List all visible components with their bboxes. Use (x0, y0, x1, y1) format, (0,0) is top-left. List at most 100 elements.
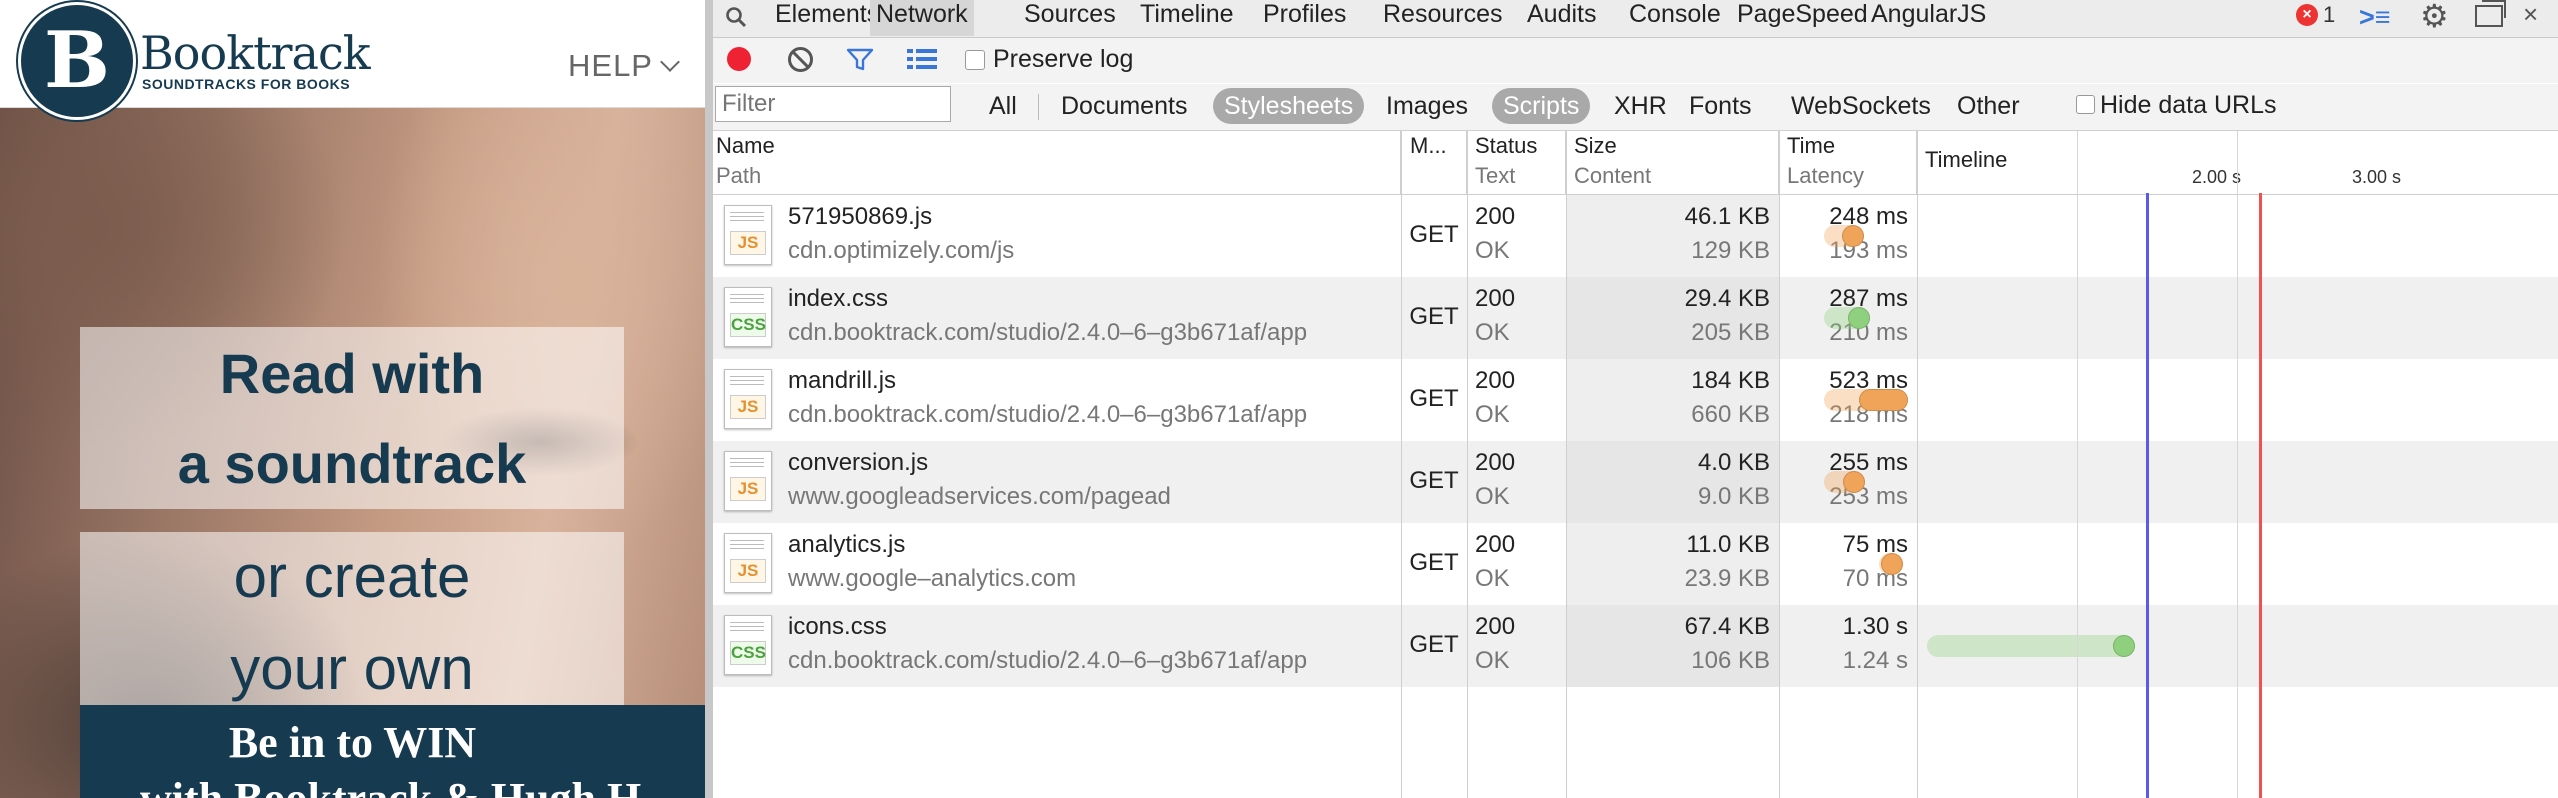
request-path: cdn.optimizely.com/js (788, 237, 1015, 264)
request-method: GET (1409, 467, 1459, 494)
tab-console[interactable]: Console (1623, 0, 1727, 36)
request-row[interactable]: CSS index.css cdn.booktrack.com/studio/2.4… (713, 277, 2558, 359)
request-name[interactable]: icons.css (788, 613, 887, 641)
js-file-icon: JS (724, 205, 772, 265)
clear-icon[interactable] (788, 47, 813, 72)
preserve-log-label[interactable]: Preserve log (993, 45, 1133, 74)
request-method: GET (1409, 549, 1459, 576)
timeline-receiving-bar[interactable] (1880, 553, 1903, 575)
timeline-tick-label: 3.00 s (2352, 167, 2402, 187)
request-row[interactable]: CSS icons.css cdn.booktrack.com/studio/2.4… (713, 605, 2558, 687)
timeline-receiving-bar[interactable] (1848, 307, 1871, 329)
large-rows-icon[interactable] (907, 48, 937, 70)
request-name-cell[interactable]: JS conversion.js www.googleadservices.com/… (713, 441, 1401, 523)
close-icon[interactable]: × (2523, 0, 2538, 29)
filter-input[interactable] (715, 86, 951, 122)
request-name[interactable]: 571950869.js (788, 203, 932, 231)
request-name[interactable]: analytics.js (788, 531, 905, 559)
tab-timeline[interactable]: Timeline (1134, 0, 1240, 36)
request-status-text: OK (1475, 401, 1510, 428)
error-count[interactable]: 1 (2323, 0, 2335, 29)
tab-sources[interactable]: Sources (1018, 0, 1122, 36)
request-row[interactable]: JS conversion.js www.googleadservices.com/… (713, 441, 2558, 523)
filter-type-stylesheets[interactable]: Stylesheets (1213, 88, 1365, 124)
pane-divider[interactable] (705, 0, 713, 798)
filter-type-scripts[interactable]: Scripts (1492, 88, 1591, 124)
request-size: 29.4 KB (1684, 285, 1770, 312)
tab-angularjs[interactable]: AngularJS (1865, 0, 1992, 36)
filter-icon[interactable] (846, 48, 874, 72)
filter-type-websockets[interactable]: WebSockets (1780, 88, 1942, 124)
console-drawer-icon[interactable]: >≡ (2359, 2, 2391, 33)
request-row[interactable]: JS 571950869.js cdn.optimizely.com/js GET 20… (713, 195, 2558, 277)
request-name-cell[interactable]: CSS icons.css cdn.booktrack.com/studio/2.4… (713, 605, 1401, 687)
tab-pagespeed[interactable]: PageSpeed (1731, 0, 1874, 36)
request-method-cell: GET (1401, 359, 1467, 441)
headline-box: Read with a soundtrack (80, 327, 624, 509)
file-type-label: JS (730, 231, 766, 255)
tab-network[interactable]: Network (870, 0, 974, 36)
brand-name[interactable]: Booktrack (140, 26, 371, 80)
hero-banner: Read with a soundtrack or create your ow… (0, 107, 705, 798)
filter-type-fonts[interactable]: Fonts (1678, 88, 1763, 124)
tab-resources[interactable]: Resources (1377, 0, 1509, 36)
request-time: 1.30 s (1842, 613, 1908, 640)
column-time[interactable]: Time Latency (1779, 131, 1917, 194)
column-method[interactable]: M... (1401, 131, 1467, 194)
subline-box: or create your own (80, 532, 624, 714)
timeline-receiving-bar[interactable] (1859, 389, 1908, 411)
js-file-icon: JS (724, 533, 772, 593)
request-content-size: 106 KB (1691, 647, 1770, 674)
filter-type-all[interactable]: All (978, 88, 1028, 124)
timeline-receiving-bar[interactable] (1841, 225, 1864, 247)
column-timeline-label: Timeline (1925, 147, 2008, 172)
request-name[interactable]: conversion.js (788, 449, 928, 477)
timeline-receiving-bar[interactable] (1843, 471, 1865, 493)
tab-profiles[interactable]: Profiles (1257, 0, 1352, 36)
request-name-cell[interactable]: JS analytics.js www.google–analytics.com (713, 523, 1401, 605)
dock-icon[interactable] (2475, 0, 2506, 27)
column-status[interactable]: Status Text (1467, 131, 1566, 194)
request-path: cdn.booktrack.com/studio/2.4.0–6–g3b671a… (788, 647, 1308, 674)
contest-banner[interactable]: Be in to WIN with Booktrack & Hugh H (80, 705, 705, 798)
error-icon[interactable]: × (2296, 4, 2318, 26)
column-size[interactable]: Size Content (1566, 131, 1779, 194)
record-button[interactable] (727, 47, 751, 71)
filter-type-documents[interactable]: Documents (1050, 88, 1198, 124)
hide-data-urls-checkbox[interactable] (2076, 95, 2095, 114)
request-row[interactable]: JS mandrill.js cdn.booktrack.com/studio/2.… (713, 359, 2558, 441)
file-type-label: CSS (730, 313, 766, 337)
gear-icon[interactable]: ⚙ (2420, 0, 2449, 32)
filter-type-other[interactable]: Other (1946, 88, 2031, 124)
request-name-cell[interactable]: JS mandrill.js cdn.booktrack.com/studio/2.… (713, 359, 1401, 441)
preserve-log-checkbox[interactable] (965, 50, 985, 70)
request-size-cell: 184 KB 660 KB (1566, 359, 1779, 441)
tab-audits[interactable]: Audits (1521, 0, 1602, 36)
column-separator (1566, 131, 1567, 798)
headline-line-2: a soundtrack (177, 432, 527, 495)
timeline-waiting-bar[interactable] (1926, 635, 2135, 657)
request-name[interactable]: index.css (788, 285, 888, 313)
tab-elements[interactable]: Elements (769, 0, 885, 36)
request-row[interactable]: JS analytics.js www.google–analytics.com GE… (713, 523, 2558, 605)
column-latency-label: Latency (1787, 163, 1865, 188)
request-status-cell: 200 OK (1467, 277, 1566, 359)
hide-data-urls-label[interactable]: Hide data URLs (2100, 91, 2276, 120)
filter-type-images[interactable]: Images (1375, 88, 1479, 124)
column-name[interactable]: Name Path (713, 131, 1401, 194)
request-status-text: OK (1475, 565, 1510, 592)
request-path: www.google–analytics.com (788, 565, 1077, 592)
timeline-receiving-bar[interactable] (2112, 635, 2135, 657)
request-name-cell[interactable]: CSS index.css cdn.booktrack.com/studio/2.4… (713, 277, 1401, 359)
request-status-text: OK (1475, 319, 1510, 346)
request-name-cell[interactable]: JS 571950869.js cdn.optimizely.com/js (713, 195, 1401, 277)
search-icon[interactable] (725, 6, 747, 28)
request-method: GET (1409, 385, 1459, 412)
request-name[interactable]: mandrill.js (788, 367, 896, 395)
chevron-down-icon (660, 52, 680, 72)
request-method-cell: GET (1401, 277, 1467, 359)
help-menu[interactable]: HELP (568, 48, 680, 84)
filter-type-xhr[interactable]: XHR (1603, 88, 1678, 124)
booktrack-logo[interactable]: B (18, 2, 136, 120)
column-separator (1779, 131, 1780, 798)
